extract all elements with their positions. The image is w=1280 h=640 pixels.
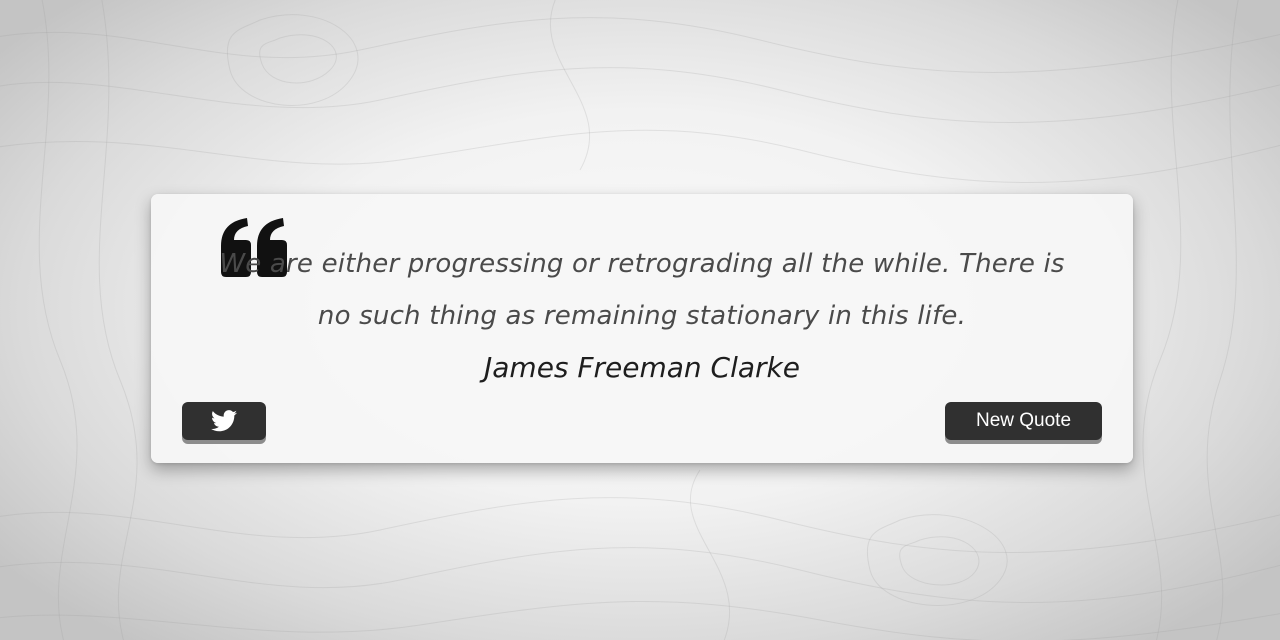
tweet-button[interactable] — [182, 402, 266, 440]
quote-text: We are either progressing or retrogradin… — [219, 249, 1065, 331]
quote-author: James Freeman Clarke — [484, 351, 800, 384]
quote-card: We are either progressing or retrogradin… — [151, 194, 1133, 463]
twitter-bird-icon — [211, 410, 237, 432]
new-quote-button[interactable]: New Quote — [945, 402, 1102, 440]
